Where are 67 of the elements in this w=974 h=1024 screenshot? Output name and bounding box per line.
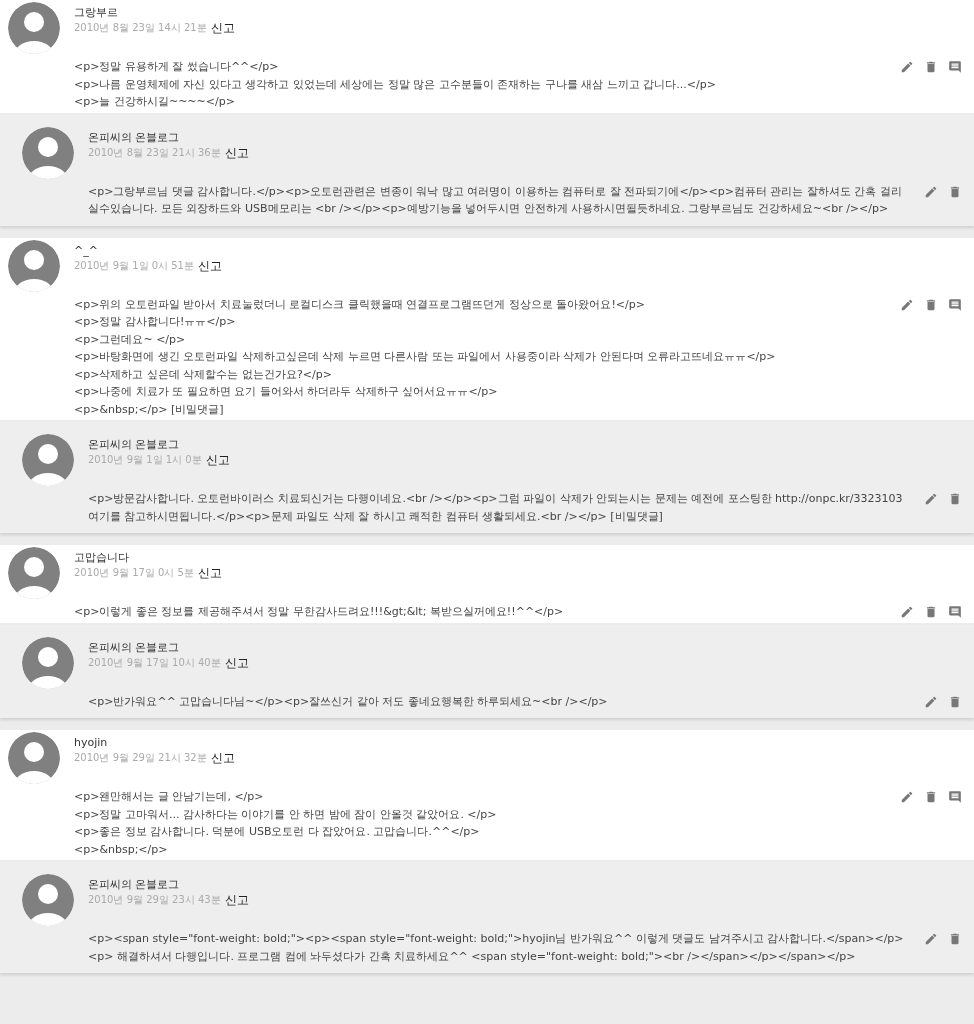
delete-icon[interactable] — [948, 184, 962, 199]
delete-icon[interactable] — [924, 297, 938, 312]
comment-date: 2010년 9월 1일 1시 0분 — [88, 453, 202, 467]
report-link[interactable]: 신고 — [224, 144, 249, 161]
comment-line: <p>정말 감사합니다!ㅠㅠ</p> — [74, 314, 237, 330]
comment-line: <p>삭제하고 싶은데 삭제할수는 없는건가요?</p> — [74, 366, 333, 383]
comment-icon[interactable] — [948, 297, 962, 312]
commenter-name: 온피씨의 온블로그 — [88, 640, 181, 655]
reply-text: <p>반가워요^^ 고맙습니다님~</p><p>잘쓰신거 같아 저도 좋네요행복한 하루되세요~<br /></p> — [88, 693, 609, 710]
commenter-name: 그랑부르 — [74, 6, 119, 20]
commenter-name: 온피씨의 온블로그 — [88, 130, 181, 145]
avatar-icon — [22, 126, 74, 179]
report-link[interactable]: 신고 — [224, 654, 249, 671]
comment-date: 2010년 8월 23일 14시 21분 — [74, 21, 207, 35]
pencil-icon[interactable] — [900, 790, 914, 804]
delete-icon[interactable] — [924, 60, 938, 74]
avatar-icon — [22, 874, 74, 926]
avatar-icon — [22, 434, 74, 486]
report-link[interactable]: 신고 — [198, 257, 222, 274]
commenter-name: hyojin — [74, 736, 109, 750]
commenter-name: 온피씨의 온블로그 — [88, 438, 181, 452]
comment-line: <p>늘 건강하시길~~~~</p> — [74, 94, 236, 110]
report-link[interactable]: 신고 — [224, 892, 249, 908]
pencil-icon[interactable] — [924, 492, 938, 506]
comment-date: 2010년 8월 23일 21시 36분 — [88, 145, 221, 160]
pencil-icon[interactable] — [900, 60, 914, 74]
comment-line: <p>&nbsp;</p> — [74, 841, 169, 858]
comment-line: <p>나중에 치료가 또 필요하면 요기 들어와서 하더라두 삭제하구 싶어서요ㅠㅠ</p> — [74, 384, 499, 400]
comment-icon[interactable] — [948, 605, 962, 619]
delete-icon[interactable] — [924, 790, 938, 804]
reply-text: <p><span style="font-weight: bold;"><p><span style="font-weight: bold;">hyojin님 반가워요^^ 이렇게 댓글도 남겨주시고 감사합니다.</span></p><p> 해결하셔서 다행입니다. 프로그램 컴에 놔두셨다가 간혹 치료하세요^^ <span style="font-weight: bold;"><br /></span></p></span></p> — [88, 931, 905, 965]
pencil-icon[interactable] — [924, 694, 938, 709]
reply-text: <p>방문감사합니다. 오토런바이러스 치료되신거는 다행이네요.<br /></p><p>그럼 파일이 삭제가 안되는시는 문제는 예전에 포스팅한 http://onpc.kr/3323103 여기를 참고하시면됩니다.</p><p>문제 파일도 삭제 잘 하시고 쾌적한 컴퓨터 생활되세요.<br /></p> [비밀댓글] — [88, 491, 904, 525]
pencil-icon[interactable] — [924, 184, 938, 199]
comment-line: <p>정말 유용하게 잘 썼습니다^^</p> — [74, 59, 280, 75]
commenter-name: ^_^ — [74, 243, 99, 258]
pencil-icon[interactable] — [900, 297, 914, 312]
comment-line: <p>정말 고마워서... 감사하다는 이야기를 안 하면 밤에 잠이 안올것 같았어요. </p> — [74, 806, 498, 823]
report-link[interactable]: 신고 — [205, 452, 230, 468]
commenter-name: 고맙습니다 — [74, 551, 130, 565]
comment-line: <p>왠만해서는 글 안남기는데, </p> — [74, 789, 265, 805]
comment-line: <p>나름 운영체제에 자신 있다고 생각하고 있었는데 세상에는 정말 많은 고수분들이 존재하는 구나를 새삼 느끼고 갑니다...</p> — [74, 76, 717, 93]
comment-date: 2010년 9월 17일 0시 5분 — [74, 566, 194, 580]
comment-icon[interactable] — [948, 60, 962, 74]
comment-date: 2010년 9월 29일 23시 43분 — [88, 893, 221, 907]
report-link[interactable]: 신고 — [210, 750, 235, 766]
comment-icon[interactable] — [948, 790, 962, 804]
delete-icon[interactable] — [948, 932, 962, 946]
pencil-icon[interactable] — [924, 932, 938, 946]
delete-icon[interactable] — [948, 694, 962, 709]
comment-date: 2010년 9월 1일 0시 51분 — [74, 258, 194, 273]
pencil-icon[interactable] — [900, 605, 914, 619]
comment-line: <p>바탕화면에 생긴 오토런파일 삭제하고싶은데 삭제 누르면 다른사람 또는 파일에서 사용중이라 삭제가 안된다며 오류라고뜨네요ㅠㅠ</p> — [74, 349, 777, 365]
reply-text: <p>그랑부르님 댓글 감사합니다.</p><p>오토런관련은 변종이 워낙 많고 여러명이 이용하는 컴퓨터로 잘 전파되기에</p><p>컴퓨터 관리는 잘하셔도 간혹 걸리실수있습니다. 모든 외장하드와 USB메모리는 <br /></p><p>예방기능을 넣어두시면 안전하게 사용하시면될듯하네요. 그랑부르님도 건강하세요~<br /></p> — [88, 183, 903, 217]
comment-line: <p>좋은 정보 감사합니다. 덕분에 USB오토런 다 잡았어요. 고맙습니다.^^</p> — [74, 824, 481, 840]
report-link[interactable]: 신고 — [210, 20, 235, 36]
report-link[interactable]: 신고 — [198, 565, 222, 581]
comment-date: 2010년 9월 17일 10시 40분 — [88, 655, 221, 670]
comment-line: <p>&nbsp;</p> [비밀댓글] — [74, 401, 225, 418]
comment-date: 2010년 9월 29일 21시 32분 — [74, 751, 207, 765]
comment-line: <p>위의 오토런파일 받아서 치료눌렀더니 로컬디스크 클릭했을때 연결프로그램뜨던게 정상으로 돌아왔어요!</p> — [74, 296, 646, 313]
comment-line: <p>이렇게 좋은 정보를 제공해주셔서 정말 무한감사드려요!!!&gt;&lt; 복받으실꺼에요!!^^</p> — [74, 604, 565, 620]
delete-icon[interactable] — [924, 605, 938, 619]
comment-line: <p>그런데요~ </p> — [74, 331, 187, 348]
delete-icon[interactable] — [948, 492, 962, 506]
avatar-icon — [22, 636, 74, 689]
commenter-name: 온피씨의 온블로그 — [88, 878, 181, 892]
